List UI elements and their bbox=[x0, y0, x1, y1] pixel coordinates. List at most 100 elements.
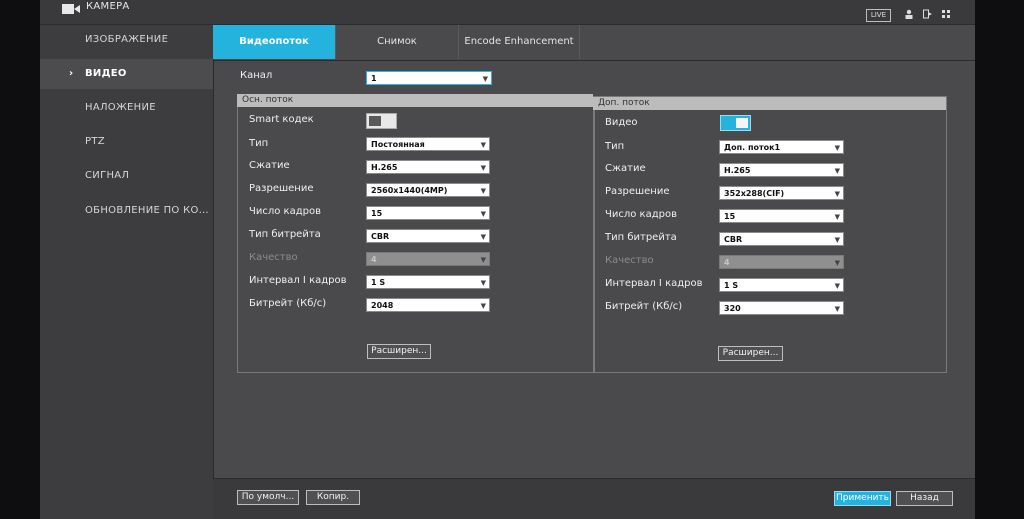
select-value: 15 bbox=[371, 209, 383, 218]
smart-codec-label: Smart кодек bbox=[249, 114, 314, 125]
select-value: Доп. поток1 bbox=[724, 143, 781, 152]
bitrate-label: Битрейт (Кб/с) bbox=[249, 298, 327, 309]
copy-button[interactable]: Копир. bbox=[306, 490, 360, 505]
sub-iframe-select[interactable]: 1 S ▼ bbox=[719, 278, 844, 292]
sidebar-item-label: ИЗОБРАЖЕНИЕ bbox=[85, 34, 169, 45]
dropdown-arrow-icon: ▼ bbox=[834, 190, 840, 198]
sub-advanced-button[interactable]: Расширен... bbox=[718, 346, 783, 361]
sub-video-toggle[interactable] bbox=[720, 115, 751, 131]
quality-label: Качество bbox=[249, 252, 298, 263]
main-compression-select[interactable]: H.265 ▼ bbox=[366, 160, 490, 174]
video-label: Видео bbox=[605, 117, 638, 128]
sidebar-item-ptz[interactable]: PTZ bbox=[40, 127, 213, 157]
select-value: 1 S bbox=[724, 281, 739, 290]
select-value: 1 S bbox=[371, 278, 386, 287]
sidebar-item-signal[interactable]: СИГНАЛ bbox=[40, 161, 213, 191]
back-button[interactable]: Назад bbox=[896, 491, 953, 506]
select-value: H.265 bbox=[371, 163, 398, 172]
dropdown-arrow-icon: ▼ bbox=[480, 233, 486, 241]
resolution-label: Разрешение bbox=[249, 183, 314, 194]
tab-bar: Видеопоток Снимок Encode Enhancement bbox=[213, 25, 975, 61]
main-resolution-select[interactable]: 2560x1440(4MP) ▼ bbox=[366, 183, 490, 197]
dropdown-arrow-icon: ▼ bbox=[480, 302, 486, 310]
quality-label: Качество bbox=[605, 255, 654, 266]
sidebar-item-image[interactable]: ИЗОБРАЖЕНИЕ bbox=[40, 25, 213, 55]
sidebar-item-label: НАЛОЖЕНИЕ bbox=[85, 102, 156, 113]
dropdown-arrow-icon: ▼ bbox=[480, 187, 486, 195]
channel-value: 1 bbox=[371, 74, 377, 83]
sub-bitrate-type-select[interactable]: CBR ▼ bbox=[719, 232, 844, 246]
sidebar-item-video[interactable]: › ВИДЕО bbox=[40, 59, 213, 89]
sidebar-item-label: СИГНАЛ bbox=[85, 170, 130, 181]
main-bitrate-type-select[interactable]: CBR ▼ bbox=[366, 229, 490, 243]
sidebar-item-label: PTZ bbox=[85, 136, 105, 147]
sub-quality-select: 4 ▼ bbox=[719, 255, 844, 269]
apply-button[interactable]: Применить bbox=[834, 491, 891, 506]
dropdown-arrow-icon: ▼ bbox=[480, 256, 486, 264]
select-value: 320 bbox=[724, 304, 741, 313]
dropdown-arrow-icon: ▼ bbox=[834, 213, 840, 221]
title-bar: КАМЕРА LIVE bbox=[40, 0, 975, 25]
select-value: H.265 bbox=[724, 166, 751, 175]
iframe-interval-label: Интервал I кадров bbox=[605, 278, 703, 289]
camera-settings-screen: КАМЕРА LIVE ИЗОБРАЖЕНИЕ › ВИДЕО НАЛОЖЕНИ… bbox=[40, 0, 975, 519]
dropdown-arrow-icon: ▼ bbox=[834, 167, 840, 175]
user-icon[interactable] bbox=[904, 9, 914, 19]
main-framerate-select[interactable]: 15 ▼ bbox=[366, 206, 490, 220]
channel-select[interactable]: 1 ▼ bbox=[366, 71, 492, 85]
dropdown-arrow-icon: ▼ bbox=[482, 75, 488, 83]
camera-icon bbox=[62, 4, 80, 14]
bitrate-label: Битрейт (Кб/с) bbox=[605, 301, 683, 312]
select-value: CBR bbox=[724, 235, 743, 244]
sidebar-item-label: ОБНОВЛЕНИЕ ПО КОА... bbox=[85, 205, 213, 216]
dropdown-arrow-icon: ▼ bbox=[834, 305, 840, 313]
dropdown-arrow-icon: ▼ bbox=[480, 210, 486, 218]
sub-compression-select[interactable]: H.265 ▼ bbox=[719, 163, 844, 177]
select-value: 352x288(CIF) bbox=[724, 189, 785, 198]
compression-label: Сжатие bbox=[249, 160, 290, 171]
framerate-label: Число кадров bbox=[249, 206, 321, 217]
dropdown-arrow-icon: ▼ bbox=[834, 144, 840, 152]
sub-stream-header: Доп. поток bbox=[593, 97, 946, 110]
main-iframe-select[interactable]: 1 S ▼ bbox=[366, 275, 490, 289]
logout-icon[interactable] bbox=[923, 9, 933, 19]
tab-snapshot[interactable]: Снимок bbox=[336, 25, 459, 59]
sidebar-item-overlay[interactable]: НАЛОЖЕНИЕ bbox=[40, 93, 213, 123]
dropdown-arrow-icon: ▼ bbox=[480, 279, 486, 287]
type-label: Тип bbox=[249, 138, 269, 149]
chevron-right-icon: › bbox=[69, 68, 74, 79]
sidebar-item-label: ВИДЕО bbox=[85, 68, 127, 79]
dropdown-arrow-icon: ▼ bbox=[834, 236, 840, 244]
select-value: 4 bbox=[724, 258, 730, 267]
compression-label: Сжатие bbox=[605, 163, 646, 174]
dropdown-arrow-icon: ▼ bbox=[480, 141, 486, 149]
select-value: 15 bbox=[724, 212, 736, 221]
resolution-label: Разрешение bbox=[605, 186, 670, 197]
framerate-label: Число кадров bbox=[605, 209, 677, 220]
sub-resolution-select[interactable]: 352x288(CIF) ▼ bbox=[719, 186, 844, 200]
tab-encode-enhancement[interactable]: Encode Enhancement bbox=[459, 25, 580, 59]
iframe-interval-label: Интервал I кадров bbox=[249, 275, 347, 286]
main-type-select[interactable]: Постоянная ▼ bbox=[366, 137, 490, 151]
main-quality-select: 4 ▼ bbox=[366, 252, 490, 266]
default-button[interactable]: По умолч... bbox=[237, 490, 299, 505]
select-value: 2560x1440(4MP) bbox=[371, 186, 448, 195]
sub-type-select[interactable]: Доп. поток1 ▼ bbox=[719, 140, 844, 154]
tab-video-stream[interactable]: Видеопоток bbox=[213, 25, 336, 59]
select-value: 2048 bbox=[371, 301, 394, 310]
select-value: Постоянная bbox=[371, 140, 425, 149]
sidebar-item-firmware-update[interactable]: ОБНОВЛЕНИЕ ПО КОА... bbox=[40, 196, 213, 226]
channel-label: Канал bbox=[240, 70, 273, 81]
main-advanced-button[interactable]: Расширен... bbox=[367, 344, 431, 359]
main-bitrate-select[interactable]: 2048 ▼ bbox=[366, 298, 490, 312]
sub-bitrate-select[interactable]: 320 ▼ bbox=[719, 301, 844, 315]
bitrate-type-label: Тип битрейта bbox=[249, 229, 321, 240]
live-button[interactable]: LIVE bbox=[865, 9, 891, 22]
sub-framerate-select[interactable]: 15 ▼ bbox=[719, 209, 844, 223]
type-label: Тип bbox=[605, 141, 625, 152]
grid-icon[interactable] bbox=[941, 9, 951, 19]
dropdown-arrow-icon: ▼ bbox=[834, 282, 840, 290]
app-title: КАМЕРА bbox=[86, 1, 130, 12]
main-stream-header: Осн. поток bbox=[237, 94, 593, 107]
smart-codec-toggle[interactable] bbox=[366, 113, 397, 129]
